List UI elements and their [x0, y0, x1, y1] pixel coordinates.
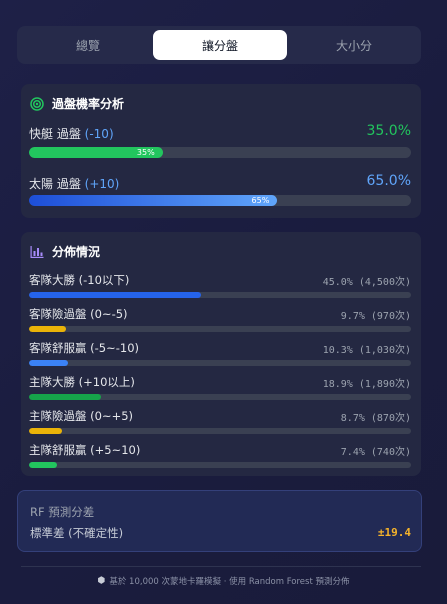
away-cover-value: 35.0% [366, 123, 411, 139]
rf-title: RF 預測分差 [30, 505, 95, 519]
bar-chart-icon [30, 245, 44, 259]
dist-label: 主隊大勝 (+10以上) [29, 375, 135, 389]
home-cover-bar-fill: 65% [29, 195, 278, 206]
footer-note: ⬢ 基於 10,000 次蒙地卡羅模擬 · 使用 Random Forest 預… [0, 575, 447, 587]
rf-std-value: ±19.4 [377, 526, 411, 539]
cube-icon: ⬢ [97, 576, 106, 586]
dist-value: 45.0% (4,500次) [322, 277, 411, 288]
distribution-card: 分佈情況 客隊大勝 (-10以下) 45.0% (4,500次) 客隊險過盤 (… [21, 232, 421, 476]
dist-bar-fill [29, 394, 102, 400]
tab-bar: 總覽 讓分盤 大小分 [17, 26, 421, 64]
probability-card: 過盤機率分析 快艇 過盤 (-10) 35.0% 35% 太陽 過盤 (+10)… [21, 84, 421, 218]
tab-spread[interactable]: 讓分盤 [153, 30, 287, 60]
dist-value: 18.9% (1,890次) [322, 379, 411, 390]
dist-value: 7.4% (740次) [340, 447, 411, 458]
home-cover-bar: 65% [29, 195, 411, 206]
away-cover-bar-label: 35% [136, 148, 155, 157]
footer-text: 基於 10,000 次蒙地卡羅模擬 · 使用 Random Forest 預測分… [109, 577, 350, 587]
dist-bar-fill [29, 462, 58, 468]
rf-prediction-card: RF 預測分差 標準差 (不確定性) ±19.4 [17, 490, 422, 552]
away-cover-label: 快艇 過盤 (-10) [29, 127, 114, 141]
dist-row: 客隊舒服贏 (-5~-10) 10.3% (1,030次) [29, 340, 411, 370]
tab-over-under[interactable]: 大小分 [287, 30, 421, 60]
dist-value: 10.3% (1,030次) [322, 345, 411, 356]
dist-row: 客隊大勝 (-10以下) 45.0% (4,500次) [29, 272, 411, 302]
dist-label: 客隊舒服贏 (-5~-10) [29, 341, 140, 355]
dist-label: 主隊舒服贏 (+5~10) [29, 443, 141, 457]
home-cover-label: 太陽 過盤 (+10) [29, 177, 120, 191]
dist-label: 主隊險過盤 (0~+5) [29, 409, 134, 423]
tab-overview[interactable]: 總覽 [21, 30, 155, 60]
dist-bar-fill [29, 292, 201, 298]
dist-bar [29, 462, 411, 468]
dist-row: 主隊舒服贏 (+5~10) 7.4% (740次) [29, 442, 411, 472]
dist-row: 主隊大勝 (+10以上) 18.9% (1,890次) [29, 374, 411, 404]
dist-bar-fill [29, 428, 63, 434]
distribution-title: 分佈情況 [30, 243, 100, 260]
home-cover-bar-label: 65% [251, 196, 270, 205]
dist-row: 客隊險過盤 (0~-5) 9.7% (970次) [29, 306, 411, 336]
dist-label: 客隊險過盤 (0~-5) [29, 307, 128, 321]
probability-title-text: 過盤機率分析 [52, 97, 125, 111]
dist-label: 客隊大勝 (-10以下) [29, 273, 130, 287]
dist-bar-fill [29, 360, 69, 366]
away-cover-bar-fill: 35% [29, 147, 163, 158]
home-cover-value: 65.0% [366, 173, 411, 189]
distribution-title-text: 分佈情況 [52, 245, 101, 259]
dist-bar [29, 428, 411, 434]
probability-title: 過盤機率分析 [30, 95, 124, 112]
dist-value: 9.7% (970次) [340, 311, 411, 322]
rf-std-label: 標準差 (不確定性) [30, 526, 124, 540]
dist-value: 8.7% (870次) [340, 413, 411, 424]
dist-row: 主隊險過盤 (0~+5) 8.7% (870次) [29, 408, 411, 438]
dist-bar-fill [29, 326, 67, 332]
dist-bar [29, 360, 411, 366]
away-cover-bar: 35% [29, 147, 411, 158]
dist-bar [29, 326, 411, 332]
divider [21, 566, 421, 567]
dist-bar [29, 394, 411, 400]
target-icon [30, 96, 44, 111]
dist-bar [29, 292, 411, 298]
